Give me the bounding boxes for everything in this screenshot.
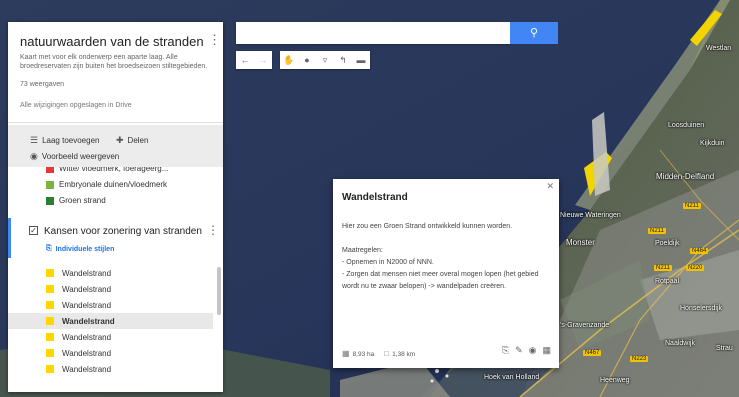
marker-swatch <box>46 285 54 293</box>
length-value: 1,38 km <box>392 351 416 358</box>
layers-panel: natuurwaarden van de stranden ⋮ Kaart me… <box>8 22 223 392</box>
ruler-icon[interactable]: ▬ <box>352 51 370 69</box>
divider <box>8 122 223 123</box>
place-label: Hoek van Holland <box>484 374 540 381</box>
list-item[interactable]: Wandelstrand <box>8 329 213 345</box>
legend-swatch <box>46 180 54 189</box>
feature-description: Hier zou een Groen Strand ontwikkeld kun… <box>342 221 552 293</box>
road-shield: N211 <box>683 203 701 209</box>
layers-icon: ☰ <box>30 135 39 145</box>
list-item[interactable]: Wandelstrand <box>8 265 213 281</box>
area-icon: ▦ <box>342 349 350 358</box>
draw-line-icon[interactable]: ▿ <box>316 51 334 69</box>
route-icon[interactable]: ↰ <box>334 51 352 69</box>
preview-button[interactable]: ◉ Voorbeeld weergeven <box>30 151 119 162</box>
marker-swatch <box>46 269 54 277</box>
place-label: Poeldijk <box>655 240 680 247</box>
marker-swatch <box>46 301 54 309</box>
road-shield: N223 <box>630 356 649 362</box>
map-description[interactable]: Kaart met voor elk onderwerp een aparte … <box>20 54 215 71</box>
feature-measurements: ▦ 8,93 ha □ 1,38 km <box>342 349 415 358</box>
place-label: Heenweg <box>600 377 630 384</box>
place-label: Monster <box>566 238 595 247</box>
feature-title: Wandelstrand <box>342 192 408 203</box>
add-person-icon: ✚ <box>116 135 124 145</box>
layer-options-icon[interactable]: ⋮ <box>207 223 219 237</box>
marker-swatch <box>46 365 54 373</box>
delete-icon[interactable]: ▦ <box>542 345 551 356</box>
road-shield: N467 <box>583 350 602 356</box>
paint-roller-icon: ⎘ <box>46 245 52 252</box>
view-count: 73 weergaven <box>20 81 64 88</box>
share-label: Delen <box>127 136 149 145</box>
road-shield: N220 <box>686 265 705 271</box>
marker-swatch <box>46 317 54 325</box>
edit-pencil-icon[interactable]: ✎ <box>515 345 523 356</box>
layer-title[interactable]: Kansen voor zonering van stranden <box>44 226 202 237</box>
styles-label: Individuele stijlen <box>55 245 115 253</box>
road-shield: N211 <box>648 228 666 234</box>
place-label: Kijkduin <box>700 140 725 147</box>
place-label: Strau <box>716 345 733 352</box>
layer-visibility-checkbox[interactable]: ✓ <box>29 226 38 235</box>
close-icon[interactable]: ✕ <box>546 181 554 192</box>
undo-redo-toolbar: ← → <box>236 51 272 69</box>
drawing-toolbar: ✋ ● ▿ ↰ ▬ <box>280 51 370 69</box>
list-item[interactable]: Wandelstrand <box>8 297 213 313</box>
list-item[interactable]: Wandelstrand <box>8 281 213 297</box>
feature-info-window: ✕ Wandelstrand Hier zou een Groen Strand… <box>333 179 559 368</box>
place-label: Midden-Delfland <box>656 172 715 181</box>
place-label: 's-Gravenzande <box>560 322 610 329</box>
undo-icon[interactable]: ← <box>236 51 254 69</box>
legend-swatch <box>46 196 54 205</box>
road-shield: N211 <box>654 265 672 271</box>
add-layer-button[interactable]: ☰ Laag toevoegen <box>30 135 99 146</box>
feature-actions: ⎘ ✎ ◉ ▦ <box>502 345 551 356</box>
list-item[interactable]: Wandelstrand <box>8 361 213 377</box>
more-options-icon[interactable]: ⋮ <box>208 32 221 48</box>
legend-item[interactable]: Embryonale duinen/vloedmerk <box>46 180 167 189</box>
redo-icon[interactable]: → <box>254 51 272 69</box>
description-line: - Zorgen dat mensen niet meer overal mog… <box>342 271 539 290</box>
panel-toolbar: ☰ Laag toevoegen ✚ Delen ◉ Voorbeeld wee… <box>8 125 223 167</box>
perimeter-icon: □ <box>384 349 390 358</box>
hand-icon[interactable]: ✋ <box>280 51 298 69</box>
save-status: Alle wijzigingen opgeslagen in Drive <box>20 102 132 109</box>
add-layer-label: Laag toevoegen <box>42 136 100 145</box>
search-button[interactable]: ⚲ <box>510 22 558 44</box>
eye-icon: ◉ <box>30 151 38 161</box>
individual-styles-link[interactable]: ⎘ Individuele stijlen <box>46 245 114 253</box>
place-label: Rotpaal <box>655 278 680 285</box>
panel-scrollbar[interactable] <box>217 267 221 315</box>
style-paint-icon[interactable]: ⎘ <box>502 345 509 356</box>
description-line: - Opnemen in N2000 of NNN. <box>342 259 434 266</box>
description-heading: Maatregelen: <box>342 247 383 254</box>
preview-label: Voorbeeld weergeven <box>41 152 120 161</box>
map-title[interactable]: natuurwaarden van de stranden <box>20 34 204 49</box>
list-item-selected[interactable]: Wandelstrand <box>8 313 213 329</box>
place-label: Honselersdijk <box>680 305 723 312</box>
legend-item[interactable]: Groen strand <box>46 196 106 205</box>
place-label: Westlan <box>706 45 732 52</box>
search-input[interactable] <box>236 22 510 44</box>
camera-icon[interactable]: ◉ <box>529 345 537 356</box>
search-icon: ⚲ <box>529 27 539 39</box>
area-value: 8,93 ha <box>352 351 375 358</box>
description-paragraph: Hier zou een Groen Strand ontwikkeld kun… <box>342 223 513 230</box>
legend-label: Groen strand <box>59 196 106 205</box>
marker-icon[interactable]: ● <box>298 51 316 69</box>
list-item[interactable]: Wandelstrand <box>8 345 213 361</box>
marker-swatch <box>46 333 54 341</box>
layer-header <box>8 218 223 258</box>
legend-label: Embryonale duinen/vloedmerk <box>59 180 168 189</box>
place-label: Naaldwijk <box>665 340 695 347</box>
marker-swatch <box>46 349 54 357</box>
place-label: Loosduinen <box>668 122 705 129</box>
road-shield: N464 <box>690 248 709 254</box>
place-label: Nieuwe Wateringen <box>560 212 621 219</box>
share-button[interactable]: ✚ Delen <box>116 135 148 146</box>
